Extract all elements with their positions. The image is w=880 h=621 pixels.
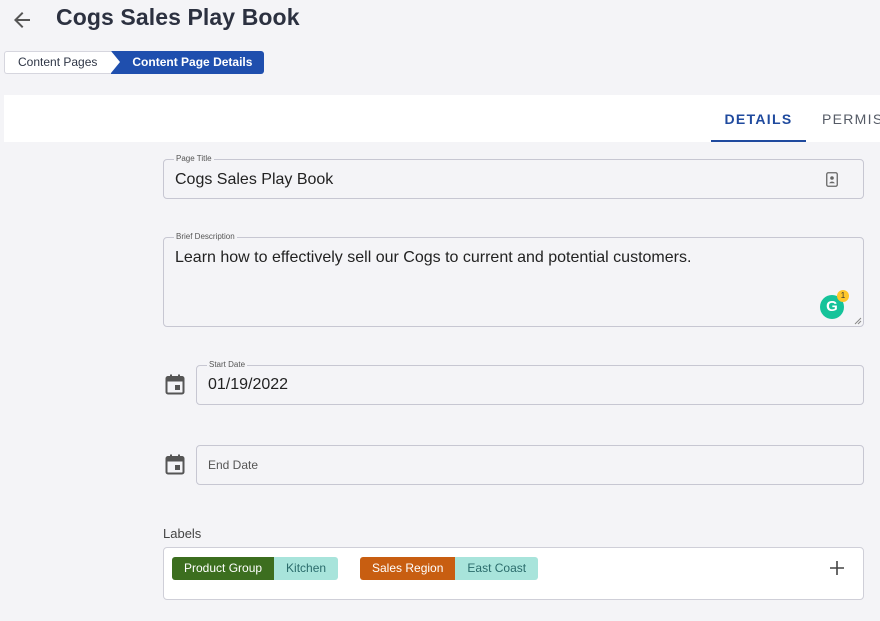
label-chip-product-group[interactable]: Product Group Kitchen — [172, 557, 339, 580]
labels-heading: Labels — [163, 526, 202, 541]
calendar-icon[interactable] — [165, 374, 185, 395]
contact-card-icon[interactable] — [826, 172, 838, 187]
breadcrumb-content-page-details[interactable]: Content Page Details — [111, 51, 265, 74]
back-button[interactable] — [10, 8, 34, 32]
plus-icon[interactable] — [829, 560, 845, 576]
labels-box: Product Group Kitchen Sales Region East … — [163, 547, 864, 600]
end-date-placeholder: End Date — [208, 458, 259, 472]
grammarly-count-badge: 1 — [837, 290, 849, 302]
brief-description-value: Learn how to effectively sell our Cogs t… — [175, 249, 692, 266]
label-chip-key: Sales Region — [360, 557, 456, 580]
calendar-icon[interactable] — [165, 454, 185, 475]
breadcrumb-content-pages[interactable]: Content Pages — [4, 51, 112, 74]
start-date-field[interactable]: Start Date 01/19/2022 — [196, 360, 864, 405]
tab-bar: DETAILS PERMIS — [4, 95, 880, 142]
label-chip-key: Product Group — [172, 557, 275, 580]
tab-permissions[interactable]: PERMIS — [822, 95, 880, 142]
brief-description-field[interactable]: Brief Description Learn how to effective… — [163, 232, 864, 327]
brief-description-label: Brief Description — [174, 232, 237, 242]
page-title-field[interactable]: Page Title Cogs Sales Play Book — [163, 154, 864, 199]
end-date-field[interactable]: End Date — [196, 445, 864, 485]
page-title-label: Page Title — [174, 154, 214, 164]
start-date-label: Start Date — [207, 360, 248, 370]
tab-details[interactable]: DETAILS — [711, 95, 806, 142]
page-title-value: Cogs Sales Play Book — [175, 171, 334, 188]
start-date-value: 01/19/2022 — [208, 376, 289, 393]
label-chip-value: East Coast — [455, 557, 539, 580]
label-chip-value: Kitchen — [274, 557, 339, 580]
page-title: Cogs Sales Play Book — [56, 4, 300, 30]
arrow-left-icon — [14, 12, 30, 28]
breadcrumb: Content Pages Content Page Details — [4, 51, 265, 74]
resize-grip-icon[interactable] — [854, 317, 862, 325]
label-chip-sales-region[interactable]: Sales Region East Coast — [360, 557, 539, 580]
grammarly-icon[interactable]: G 1 — [820, 290, 849, 319]
